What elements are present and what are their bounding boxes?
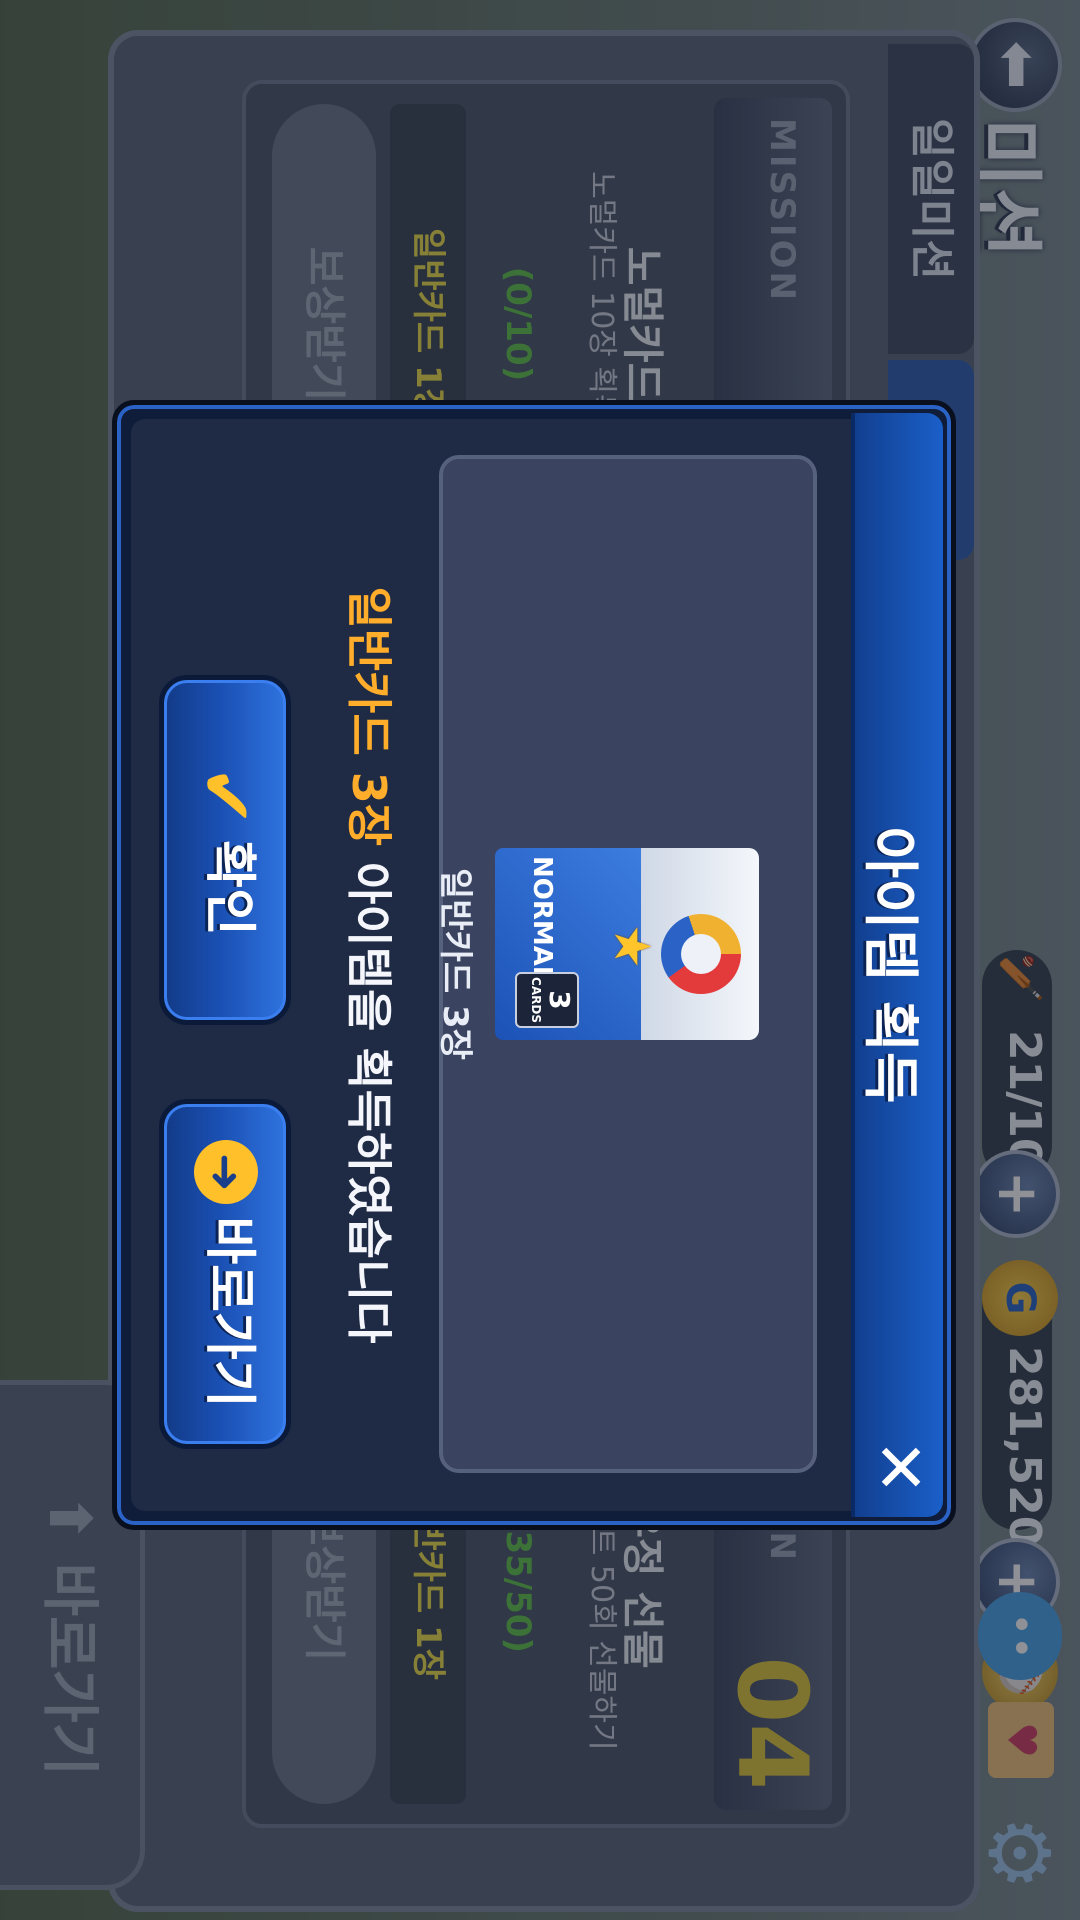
star-icon: ★ [603, 924, 661, 969]
card-pack-image: ★ NORMAL 3 CARDS [483, 842, 759, 1046]
card-pack-count-unit: CARDS [529, 977, 543, 1023]
item-name: 일반카드 3장 [435, 868, 475, 1060]
card-pack-grade: NORMAL [527, 856, 557, 983]
confirm-button[interactable]: ✔ 확인 [159, 675, 291, 1025]
dialog-body: ★ NORMAL 3 CARDS 일반카드 3장 일반카드 3장 아이템을 획득… [131, 419, 851, 1511]
arrow-right-icon: ➜ [194, 1140, 258, 1205]
item-acquired-dialog: 아이템 획득 ✕ ★ NORMAL 3 CARDS 일반카드 3장 일반카드 3… [112, 400, 956, 1530]
check-icon: ✔ [184, 765, 268, 827]
game-screen: ⬅ 미션 🏏 21/10 + G 281,520 + 일일미션 MISSION … [0, 0, 1080, 1920]
confirm-label: 확인 [199, 840, 259, 936]
close-icon[interactable]: ✕ [861, 1435, 938, 1499]
card-pack-count-number: 3 [543, 990, 576, 1010]
acquired-item-highlight: 일반카드 3장 [342, 586, 396, 847]
shortcut-label: 바로가기 [199, 1216, 259, 1408]
league-logo-icon [661, 914, 741, 994]
dialog-header: 아이템 획득 ✕ [851, 413, 943, 1517]
acquired-message-text: 아이템을 획득하였습니다 [342, 846, 396, 1344]
shortcut-button[interactable]: ➜ 바로가기 [159, 1099, 291, 1449]
card-pack-count: 3 CARDS [515, 972, 579, 1028]
dialog-title: 아이템 획득 [857, 826, 922, 1104]
acquired-message: 일반카드 3장 아이템을 획득하였습니다 [339, 419, 405, 1511]
item-display-box: ★ NORMAL 3 CARDS 일반카드 3장 [435, 455, 817, 1473]
